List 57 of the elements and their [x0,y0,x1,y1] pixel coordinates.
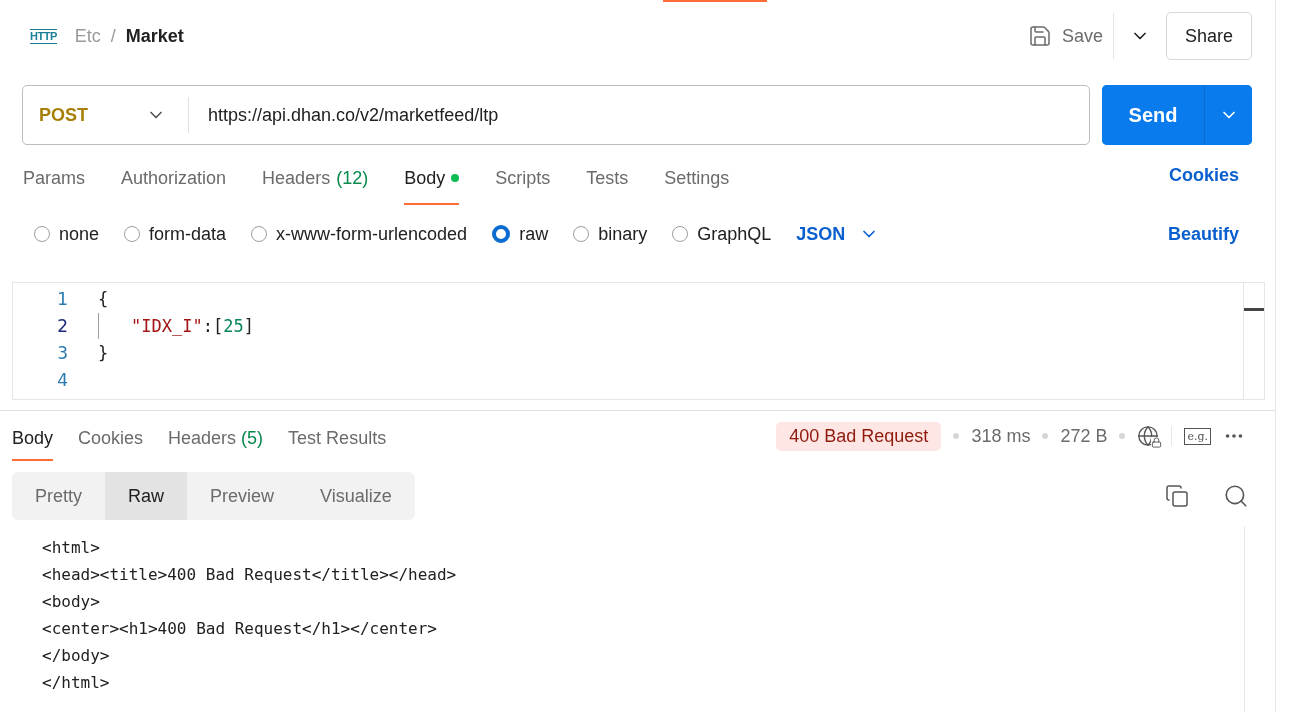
body-type-radio[interactable]: raw [492,223,549,245]
radio-label: raw [519,223,549,245]
response-code-line: </html> [42,672,111,694]
request-tab[interactable]: Settings [664,145,730,205]
code-line: "IDX_I":[25] [98,312,254,339]
save-button[interactable]: Save [1017,24,1113,48]
body-type-radio[interactable]: form-data [124,223,227,245]
request-tab[interactable]: Authorization [121,145,227,205]
code-line: { [98,288,109,309]
request-tab[interactable]: Headers (12) [262,145,369,205]
response-code-line: </body> [42,645,111,667]
radio-label: GraphQL [697,223,772,245]
response-tab[interactable]: Cookies [78,411,144,461]
request-tab[interactable]: Params [23,145,85,205]
response-time[interactable]: 318 ms [971,425,1031,447]
code-line: } [98,342,109,363]
response-code-line: <html> [42,537,101,559]
breadcrumb-separator: / [110,25,116,47]
globe-lock-icon[interactable] [1137,425,1160,447]
view-mode-tab[interactable]: Raw [105,472,188,520]
url-field[interactable]: https://api.dhan.co/v2/marketfeed/ltp [189,104,499,126]
line-number: 4 [56,369,69,390]
cookies-link[interactable]: Cookies [1162,163,1245,187]
format-dropdown[interactable]: JSON [796,223,880,245]
line-number: 3 [56,342,69,363]
response-code-line: <body> [42,591,101,613]
code-editor[interactable]: 1 { 2 "IDX_I":[25] 3 } 4 [12,282,1265,400]
view-mode-tab[interactable]: Preview [187,472,298,520]
request-tab[interactable]: Scripts [495,145,551,205]
send-button[interactable]: Send [1102,85,1205,145]
request-name: Market [125,25,184,47]
radio-label: binary [598,223,648,245]
body-type-radio[interactable]: binary [573,223,648,245]
response-tab[interactable]: Test Results [288,411,387,461]
body-type-radio[interactable]: GraphQL [672,223,772,245]
view-mode-tab[interactable]: Visualize [297,472,415,520]
response-tab[interactable]: Headers (5) [168,411,264,461]
radio-label: form-data [149,223,227,245]
response-size[interactable]: 272 B [1060,425,1108,447]
request-tab[interactable]: Tests [586,145,629,205]
scrollbar[interactable] [1243,283,1265,399]
line-number: 2 [56,315,69,336]
response-code-line: <head><title>400 Bad Request</title></head> [42,564,458,586]
request-tab[interactable]: Body [404,145,460,205]
body-type-radio[interactable]: none [34,223,100,245]
method-dropdown[interactable]: POST [23,97,189,133]
beautify-link[interactable]: Beautify [1162,222,1245,246]
response-tab[interactable]: Body [12,411,54,461]
status-badge[interactable]: 400 Bad Request [776,421,942,451]
response-code-line: <center><h1>400 Bad Request</h1></center> [42,618,438,640]
view-mode-tab[interactable]: Pretty [12,472,105,520]
line-number: 1 [56,288,69,309]
share-button[interactable]: Share [1165,12,1252,60]
example-icon[interactable]: e.g. [1184,427,1211,445]
copy-icon [1165,484,1189,508]
search-icon [1223,483,1249,509]
radio-label: none [59,223,100,245]
